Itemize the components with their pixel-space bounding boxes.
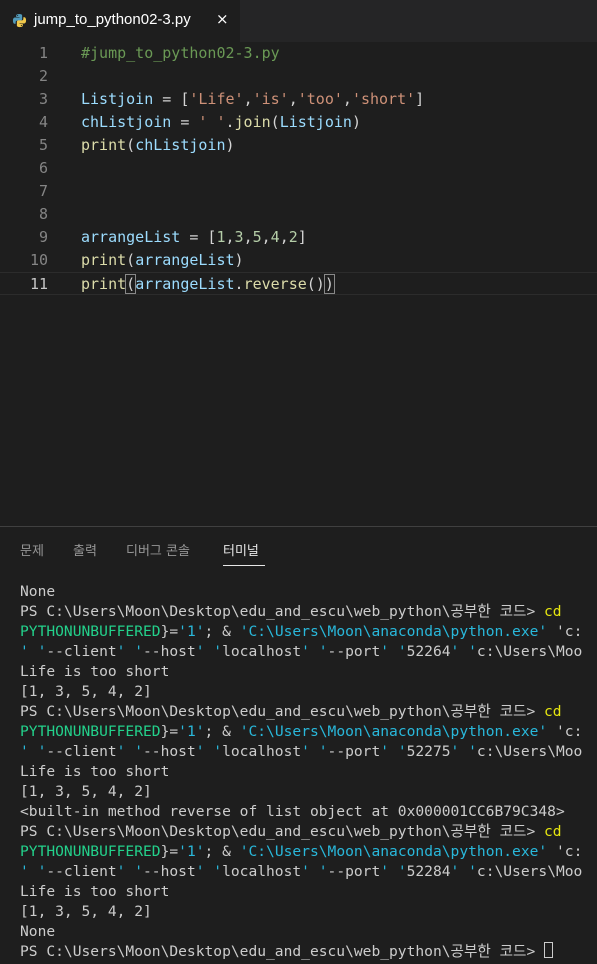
terminal-line: PS C:\Users\Moon\Desktop\edu_and_escu\we… bbox=[20, 823, 562, 840]
code-line: 5 print(chListjoin) bbox=[0, 134, 597, 157]
line-number: 5 bbox=[38, 136, 48, 154]
tab-bar: jump_to_python02-3.py × bbox=[0, 0, 597, 42]
terminal-line: [1, 3, 5, 4, 2] bbox=[20, 783, 152, 800]
terminal-line: ' '--client' '--host' 'localhost' '--por… bbox=[20, 743, 583, 760]
terminal-line: PYTHONUNBUFFERED}='1'; & 'C:\Users\Moon\… bbox=[20, 843, 583, 860]
terminal-line: PS C:\Users\Moon\Desktop\edu_and_escu\we… bbox=[20, 942, 597, 962]
code-line: 2 bbox=[0, 65, 597, 88]
terminal-line: PYTHONUNBUFFERED}='1'; & 'C:\Users\Moon\… bbox=[20, 623, 583, 640]
line-number: 7 bbox=[38, 182, 48, 200]
terminal-line: PYTHONUNBUFFERED}='1'; & 'C:\Users\Moon\… bbox=[20, 723, 583, 740]
terminal-line: PS C:\Users\Moon\Desktop\edu_and_escu\we… bbox=[20, 603, 562, 620]
terminal-line: None bbox=[20, 583, 56, 600]
code-line: 4 chListjoin = ' '.join(Listjoin) bbox=[0, 111, 597, 134]
line-text: chListjoin = ' '.join(Listjoin) bbox=[81, 113, 361, 131]
terminal-line: Life is too short bbox=[20, 763, 170, 780]
terminal-line: Life is too short bbox=[20, 883, 170, 900]
tab-debug-console[interactable]: 디버그 콘솔 bbox=[126, 540, 190, 559]
active-tab-indicator bbox=[223, 565, 265, 566]
line-number: 6 bbox=[38, 159, 48, 177]
terminal-line: <built-in method reverse of list object … bbox=[20, 803, 565, 820]
line-number: 4 bbox=[38, 113, 48, 131]
tab-problems[interactable]: 문제 bbox=[20, 540, 44, 559]
code-line: 3 Listjoin = ['Life','is','too','short'] bbox=[0, 88, 597, 111]
python-icon bbox=[12, 13, 27, 28]
code-editor[interactable]: 1 #jump_to_python02-3.py 2 3 Listjoin = … bbox=[0, 42, 597, 526]
code-line: 1 #jump_to_python02-3.py bbox=[0, 42, 597, 65]
terminal-line: Life is too short bbox=[20, 663, 170, 680]
line-text: print(arrangeList) bbox=[81, 251, 244, 269]
line-number: 11 bbox=[29, 275, 48, 293]
code-line: 7 bbox=[0, 180, 597, 203]
line-text: print(chListjoin) bbox=[81, 136, 235, 154]
bracket-match: ) bbox=[323, 274, 335, 294]
line-number: 8 bbox=[38, 205, 48, 223]
line-number: 3 bbox=[38, 90, 48, 108]
terminal-line: None bbox=[20, 923, 56, 940]
bottom-panel: 문제 출력 디버그 콘솔 터미널 None PS C:\Users\Moon\De… bbox=[0, 526, 597, 963]
tab-filename: jump_to_python02-3.py bbox=[34, 11, 191, 28]
code-line: 6 bbox=[0, 157, 597, 180]
close-icon[interactable]: × bbox=[216, 10, 229, 28]
terminal-cursor bbox=[544, 942, 554, 958]
line-text: Listjoin = ['Life','is','too','short'] bbox=[81, 90, 425, 108]
terminal-line: [1, 3, 5, 4, 2] bbox=[20, 683, 152, 700]
line-text: print(arrangeList.reverse()) bbox=[81, 274, 335, 294]
terminal-output[interactable]: None PS C:\Users\Moon\Desktop\edu_and_esc… bbox=[20, 582, 597, 964]
terminal-line: [1, 3, 5, 4, 2] bbox=[20, 903, 152, 920]
code-line-active: 11 print(arrangeList.reverse()) bbox=[0, 272, 597, 295]
tab-terminal[interactable]: 터미널 bbox=[223, 540, 259, 559]
terminal-line: PS C:\Users\Moon\Desktop\edu_and_escu\we… bbox=[20, 703, 562, 720]
bracket-match: ( bbox=[125, 274, 137, 294]
code-line: 9 arrangeList = [1,3,5,4,2] bbox=[0, 226, 597, 249]
tab-output[interactable]: 출력 bbox=[73, 540, 97, 559]
line-number: 9 bbox=[38, 228, 48, 246]
code-line: 8 bbox=[0, 203, 597, 226]
line-text: arrangeList = [1,3,5,4,2] bbox=[81, 228, 307, 246]
terminal-line: ' '--client' '--host' 'localhost' '--por… bbox=[20, 643, 583, 660]
editor-tab[interactable]: jump_to_python02-3.py × bbox=[0, 0, 240, 42]
line-number: 1 bbox=[38, 44, 48, 62]
line-number: 2 bbox=[38, 67, 48, 85]
code-line: 10 print(arrangeList) bbox=[0, 249, 597, 272]
line-number: 10 bbox=[29, 251, 48, 269]
terminal-line: ' '--client' '--host' 'localhost' '--por… bbox=[20, 863, 583, 880]
line-text: #jump_to_python02-3.py bbox=[81, 44, 280, 62]
